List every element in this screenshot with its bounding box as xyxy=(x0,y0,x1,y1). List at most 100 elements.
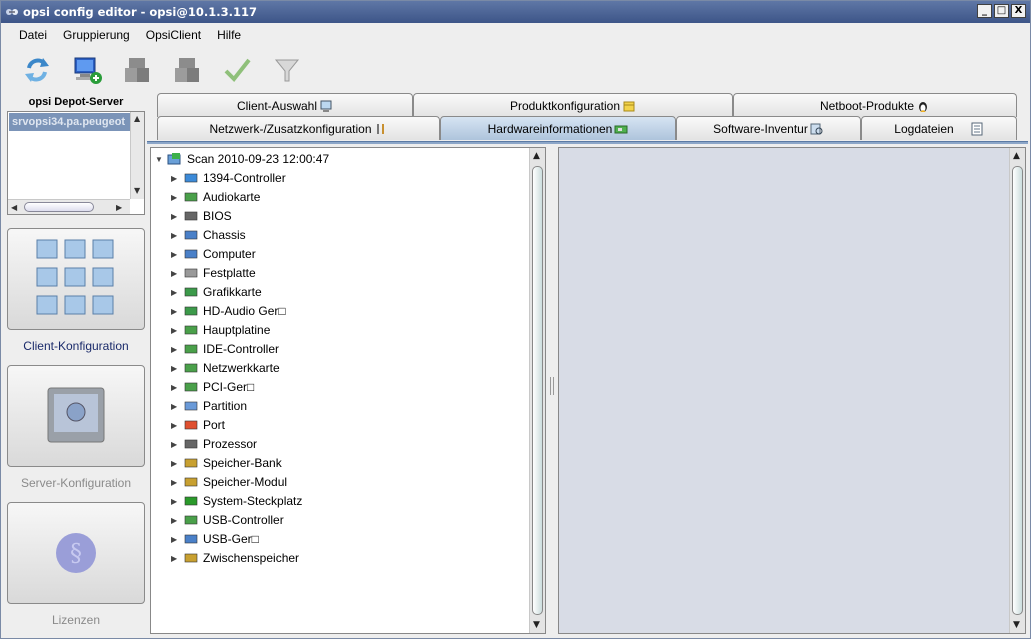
filter-button[interactable] xyxy=(269,52,305,88)
expand-arrow-icon[interactable]: ▶ xyxy=(171,383,183,392)
tab-label: Software-Inventur xyxy=(713,121,808,136)
depot-vertical-scrollbar[interactable]: ▲ ▼ xyxy=(130,112,144,199)
scroll-down-icon[interactable]: ▼ xyxy=(533,620,540,630)
tree-node-hd-audio-ger[interactable]: ▶ HD-Audio Ger□ xyxy=(171,302,286,320)
scroll-up-icon[interactable]: ▲ xyxy=(533,151,540,161)
scroll-down-icon[interactable]: ▼ xyxy=(134,186,140,195)
tab-netzwerk-zusatzkonfiguration[interactable]: Netzwerk-/Zusatzkonfiguration xyxy=(157,116,440,140)
tab-hardwareinformationen[interactable]: Hardwareinformationen xyxy=(440,116,676,140)
expand-arrow-icon[interactable]: ▶ xyxy=(171,516,183,525)
linux-penguin-icon xyxy=(919,101,928,112)
depot-horizontal-scrollbar[interactable]: ◀ ▶ xyxy=(8,199,130,214)
menu-gruppierung[interactable]: Gruppierung xyxy=(55,26,138,44)
scroll-up-icon[interactable]: ▲ xyxy=(134,114,140,123)
log-document-icon xyxy=(971,122,983,135)
expand-arrow-icon[interactable]: ▶ xyxy=(171,174,183,183)
expand-arrow-icon[interactable]: ▶ xyxy=(171,535,183,544)
scroll-right-icon[interactable]: ▶ xyxy=(116,203,122,212)
divider-grip-icon[interactable] xyxy=(550,377,554,395)
tree-node-bios[interactable]: ▶ BIOS xyxy=(171,207,232,225)
tab-client-auswahl[interactable]: Client-Auswahl xyxy=(157,93,413,117)
depot-scroll-thumb[interactable] xyxy=(24,202,94,212)
expand-arrow-icon[interactable]: ▶ xyxy=(171,364,183,373)
tree-node-chassis[interactable]: ▶ Chassis xyxy=(171,226,246,244)
expand-arrow-icon[interactable]: ▶ xyxy=(171,497,183,506)
expand-arrow-icon[interactable]: ▶ xyxy=(171,288,183,297)
tab-netboot-produkte[interactable]: Netboot-Produkte xyxy=(733,93,1017,117)
menu-datei[interactable]: Datei xyxy=(11,26,55,44)
tree-node-ide-controller[interactable]: ▶ IDE-Controller xyxy=(171,340,279,358)
expand-arrow-icon[interactable]: ▶ xyxy=(171,231,183,240)
tree-node-label: BIOS xyxy=(203,209,232,223)
client-config-label[interactable]: Client-Konfiguration xyxy=(5,339,147,353)
monitor-icon xyxy=(320,100,332,112)
tree-node-usb-controller[interactable]: ▶ USB-Controller xyxy=(171,511,284,529)
expand-arrow-icon[interactable]: ▶ xyxy=(171,440,183,449)
add-client-icon xyxy=(74,57,102,84)
scroll-down-icon[interactable]: ▼ xyxy=(1013,620,1020,630)
tree-scroll-thumb[interactable] xyxy=(532,166,543,615)
tree-node-grafikkarte[interactable]: ▶ Grafikkarte xyxy=(171,283,262,301)
collapse-arrow-icon[interactable]: ▼ xyxy=(155,155,167,164)
expand-arrow-icon[interactable]: ▶ xyxy=(171,250,183,259)
menu-opsiclient[interactable]: OpsiClient xyxy=(138,26,209,44)
expand-arrow-icon[interactable]: ▶ xyxy=(171,345,183,354)
tree-node-netzwerkkarte[interactable]: ▶ Netzwerkkarte xyxy=(171,359,280,377)
tab-software-inventur[interactable]: Software-Inventur xyxy=(676,116,861,140)
tree-node-partition[interactable]: ▶ Partition xyxy=(171,397,247,415)
tree-node-zwischenspeicher[interactable]: ▶ Zwischenspeicher xyxy=(171,549,299,567)
depot-list[interactable]: srvopsi34.pa.peugeot ▲ ▼ ◀ ▶ xyxy=(7,111,145,215)
maximize-button[interactable]: □ xyxy=(994,4,1009,18)
tree-node-label: System-Steckplatz xyxy=(203,494,303,508)
tree-node-prozessor[interactable]: ▶ Prozessor xyxy=(171,435,257,453)
add-client-button[interactable] xyxy=(69,52,105,88)
depot-item[interactable]: srvopsi34.pa.peugeot xyxy=(9,113,131,131)
hardware-category-icon xyxy=(184,230,198,240)
tree-node-audiokarte[interactable]: ▶ Audiokarte xyxy=(171,188,260,206)
tree-node-speicher-modul[interactable]: ▶ Speicher-Modul xyxy=(171,473,287,491)
expand-arrow-icon[interactable]: ▶ xyxy=(171,307,183,316)
tree-vertical-scrollbar[interactable]: ▲ ▼ xyxy=(529,148,545,633)
tree-node-speicher-bank[interactable]: ▶ Speicher-Bank xyxy=(171,454,282,472)
expand-arrow-icon[interactable]: ▶ xyxy=(171,269,183,278)
expand-arrow-icon[interactable]: ▶ xyxy=(171,459,183,468)
tree-node-system-steckplatz[interactable]: ▶ System-Steckplatz xyxy=(171,492,302,510)
detail-scroll-thumb[interactable] xyxy=(1012,166,1023,615)
tab-produktkonfiguration[interactable]: Produktkonfiguration xyxy=(413,93,733,117)
expand-arrow-icon[interactable]: ▶ xyxy=(171,478,183,487)
detail-vertical-scrollbar[interactable]: ▲ ▼ xyxy=(1009,148,1025,633)
tree-node-label: Speicher-Modul xyxy=(203,475,288,489)
expand-arrow-icon[interactable]: ▶ xyxy=(171,193,183,202)
menu-hilfe[interactable]: Hilfe xyxy=(209,26,249,44)
licenses-label[interactable]: Lizenzen xyxy=(5,613,147,627)
tree-node-festplatte[interactable]: ▶ Festplatte xyxy=(171,264,256,282)
expand-arrow-icon[interactable]: ▶ xyxy=(171,212,183,221)
expand-arrow-icon[interactable]: ▶ xyxy=(171,554,183,563)
tree-node-usb-ger[interactable]: ▶ USB-Ger□ xyxy=(171,530,259,548)
tree-node-computer[interactable]: ▶ Computer xyxy=(171,245,256,263)
licenses-tile[interactable]: § xyxy=(7,502,145,604)
expand-arrow-icon[interactable]: ▶ xyxy=(171,326,183,335)
tree-node-1394-controller[interactable]: ▶ 1394-Controller xyxy=(171,169,286,187)
minimize-button[interactable]: _ xyxy=(977,4,992,18)
expand-arrow-icon[interactable]: ▶ xyxy=(171,402,183,411)
tree-node-port[interactable]: ▶ Port xyxy=(171,416,225,434)
tree-node-hauptplatine[interactable]: ▶ Hauptplatine xyxy=(171,321,270,339)
expand-arrow-icon[interactable]: ▶ xyxy=(171,421,183,430)
scroll-up-icon[interactable]: ▲ xyxy=(1013,151,1020,161)
hardware-tree[interactable]: ▼ Scan 2010-09-23 12:00:47 ▶ 1394-Control… xyxy=(150,147,546,634)
scroll-left-icon[interactable]: ◀ xyxy=(11,203,17,212)
close-button[interactable]: X xyxy=(1011,4,1026,18)
split-pane-divider[interactable] xyxy=(547,147,557,634)
server-button-disabled[interactable] xyxy=(119,52,155,88)
tab-logdateien[interactable]: Logdateien xyxy=(861,116,1017,140)
tree-root-scan[interactable]: ▼ Scan 2010-09-23 12:00:47 xyxy=(155,150,329,168)
reload-button[interactable] xyxy=(19,52,55,88)
hardware-category-icon xyxy=(184,439,198,449)
server-config-tile[interactable] xyxy=(7,365,145,467)
save-changes-button[interactable] xyxy=(219,52,255,88)
server-config-label[interactable]: Server-Konfiguration xyxy=(5,476,147,490)
server-button-disabled-2[interactable] xyxy=(169,52,205,88)
tree-node-pci-ger[interactable]: ▶ PCI-Ger□ xyxy=(171,378,254,396)
client-config-tile[interactable] xyxy=(7,228,145,330)
